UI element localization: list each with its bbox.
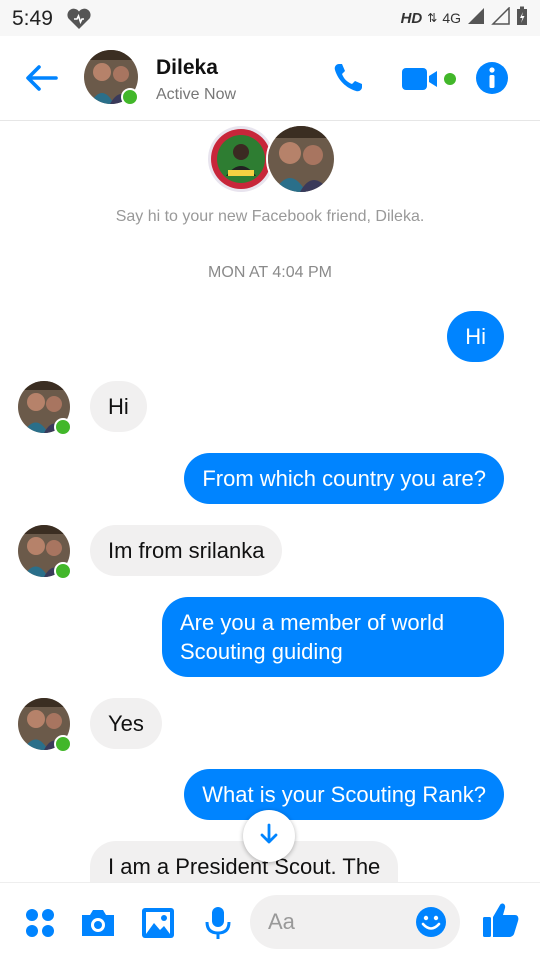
back-arrow-icon[interactable] xyxy=(22,58,62,98)
microphone-icon[interactable] xyxy=(198,903,238,943)
outgoing-message[interactable]: Hi xyxy=(447,311,504,362)
chat-header: Dileka Active Now xyxy=(0,36,540,121)
message-line: Are you a member of world xyxy=(180,610,445,635)
camera-icon[interactable] xyxy=(78,903,118,943)
online-indicator xyxy=(54,735,72,753)
intro-text: Say hi to your new Facebook friend, Dile… xyxy=(115,208,425,225)
network-type: 4G xyxy=(442,10,461,26)
status-indicators: HD ⇅ 4G xyxy=(400,5,528,31)
intro-avatars xyxy=(206,124,336,194)
arrow-down-icon xyxy=(256,821,282,852)
signal-icon-2 xyxy=(491,5,511,30)
online-indicator xyxy=(121,88,139,106)
info-icon[interactable] xyxy=(474,60,510,96)
outgoing-message[interactable]: Are you a member of world Scouting guidi… xyxy=(162,597,504,677)
message-input[interactable]: Aa xyxy=(250,895,460,949)
incoming-message[interactable]: Yes xyxy=(90,698,162,749)
video-camera-icon[interactable] xyxy=(400,64,460,94)
status-bar: 5:49 HD ⇅ 4G xyxy=(0,0,540,36)
online-indicator xyxy=(54,562,72,580)
online-indicator xyxy=(54,418,72,436)
incoming-message[interactable]: Im from srilanka xyxy=(90,525,283,576)
message-timestamp: MON AT 4:04 PM xyxy=(208,264,332,281)
heart-icon xyxy=(66,8,92,35)
data-arrows-icon: ⇅ xyxy=(427,11,438,25)
apps-grid-icon[interactable] xyxy=(20,903,60,943)
hd-indicator: HD xyxy=(400,9,423,27)
message-input-placeholder: Aa xyxy=(268,909,295,934)
contact-status: Active Now xyxy=(156,86,237,103)
phone-icon[interactable] xyxy=(330,60,366,96)
gallery-icon[interactable] xyxy=(138,903,178,943)
contact-avatar-large xyxy=(266,124,336,194)
outgoing-message[interactable]: What is your Scouting Rank? xyxy=(184,769,504,820)
battery-icon xyxy=(516,6,528,31)
status-time: 5:49 xyxy=(12,7,53,30)
thumbs-up-icon[interactable] xyxy=(480,899,520,939)
contact-name[interactable]: Dileka xyxy=(156,56,218,80)
incoming-message[interactable]: I am a President Scout. The xyxy=(90,841,399,882)
emoji-icon[interactable] xyxy=(414,905,448,939)
outgoing-message[interactable]: From which country you are? xyxy=(184,453,504,504)
incoming-message[interactable]: Hi xyxy=(90,381,147,432)
scroll-to-bottom-button[interactable] xyxy=(243,810,295,862)
message-composer: Aa xyxy=(0,882,540,961)
message-line: Scouting guiding xyxy=(180,639,343,664)
signal-icon xyxy=(466,7,486,30)
